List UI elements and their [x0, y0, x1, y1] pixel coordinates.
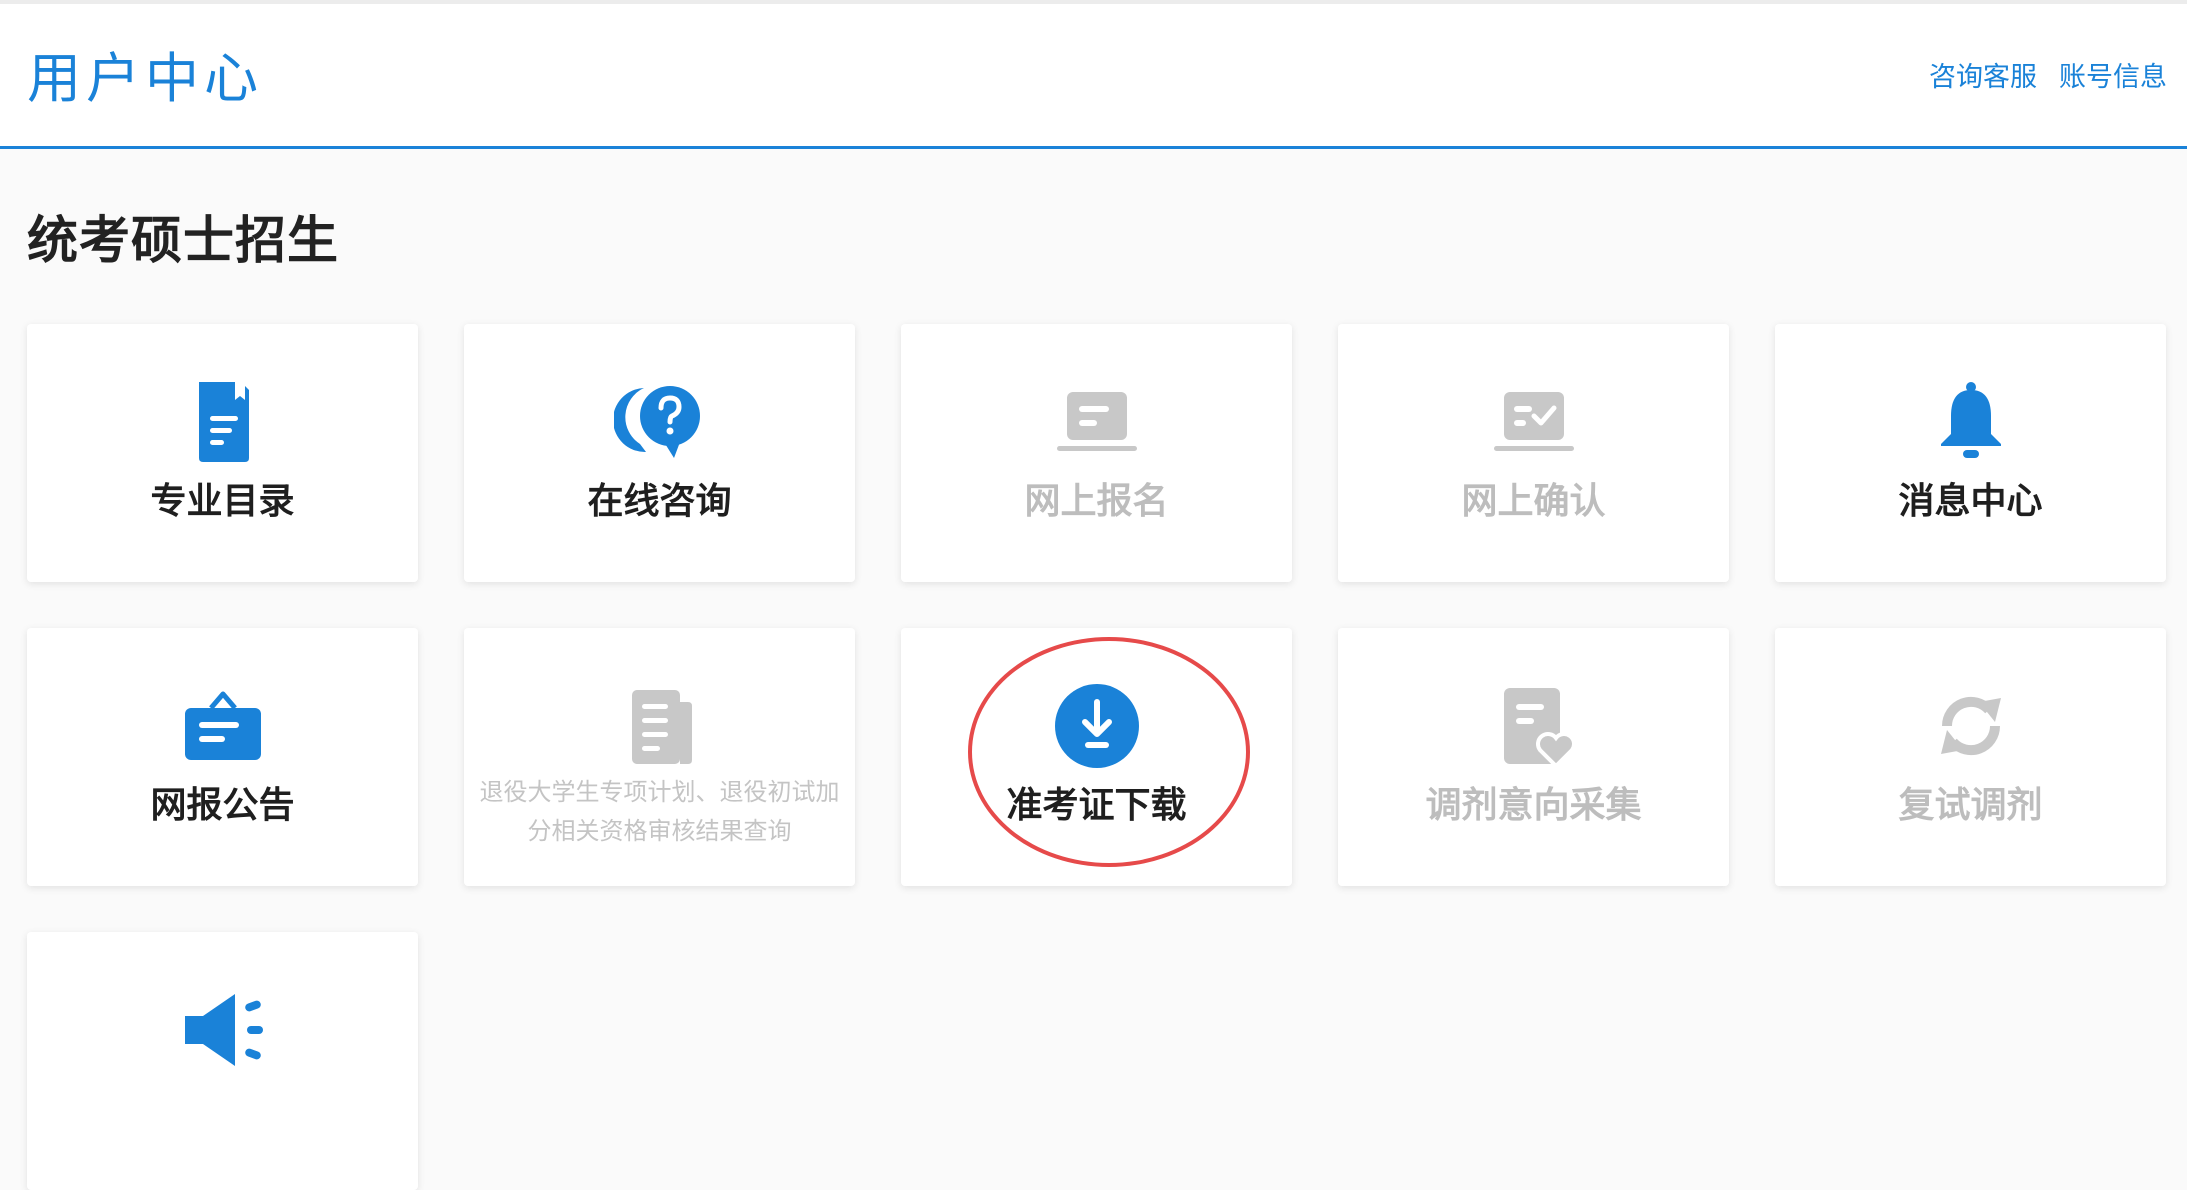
card-veteran-qualification-query[interactable]: 退役大学生专项计划、退役初试加分相关资格审核结果查询 — [464, 628, 855, 886]
card-admission-ticket-download[interactable]: 准考证下载 — [901, 628, 1292, 886]
card-label: 准考证下载 — [1006, 785, 1187, 826]
laptop-check-icon — [1488, 376, 1580, 468]
card-online-registration[interactable]: 网上报名 — [901, 324, 1292, 582]
card-label: 退役大学生专项计划、退役初试加分相关资格审核结果查询 — [479, 778, 840, 845]
feature-grid: 专业目录 在线咨询 网上报名 网上确认 消息中心 网报公告 退役大学生专项计划、… — [27, 324, 2166, 1190]
card-label: 网上确认 — [1461, 481, 1606, 522]
card-label: 调剂意向采集 — [1425, 785, 1642, 826]
card-online-consult[interactable]: 在线咨询 — [464, 324, 855, 582]
download-icon — [1051, 680, 1143, 772]
card-label: 复试调剂 — [1898, 785, 2043, 826]
question-chat-icon — [613, 376, 706, 468]
card-announcement[interactable] — [27, 932, 418, 1190]
account-info-link[interactable]: 账号信息 — [2059, 58, 2167, 98]
card-adjustment-intent-collection[interactable]: 调剂意向采集 — [1338, 628, 1729, 886]
card-label: 在线咨询 — [587, 481, 732, 522]
megaphone-icon — [177, 984, 269, 1076]
header: 用户中心 咨询客服 账号信息 — [0, 4, 2187, 149]
card-online-confirm[interactable]: 网上确认 — [1338, 324, 1729, 582]
card-major-catalog[interactable]: 专业目录 — [27, 324, 418, 582]
card-label: 网报公告 — [150, 785, 295, 826]
laptop-form-icon — [1051, 376, 1143, 468]
notice-board-icon — [177, 680, 269, 772]
header-links: 咨询客服 账号信息 — [1929, 58, 2167, 98]
document-heart-icon — [1488, 680, 1580, 772]
newspaper-icon — [614, 680, 706, 772]
card-message-center[interactable]: 消息中心 — [1775, 324, 2166, 582]
consult-service-link[interactable]: 咨询客服 — [1929, 58, 2037, 98]
card-retest-adjustment[interactable]: 复试调剂 — [1775, 628, 2166, 886]
card-label: 消息中心 — [1898, 481, 2043, 522]
card-label: 专业目录 — [150, 481, 295, 522]
refresh-icon — [1925, 680, 2017, 772]
card-registration-notice[interactable]: 网报公告 — [27, 628, 418, 886]
bell-icon — [1925, 376, 2017, 468]
card-label: 网上报名 — [1024, 481, 1169, 522]
app-title: 用户中心 — [27, 47, 263, 110]
section-title: 统考硕士招生 — [27, 212, 340, 271]
document-icon — [177, 376, 269, 468]
